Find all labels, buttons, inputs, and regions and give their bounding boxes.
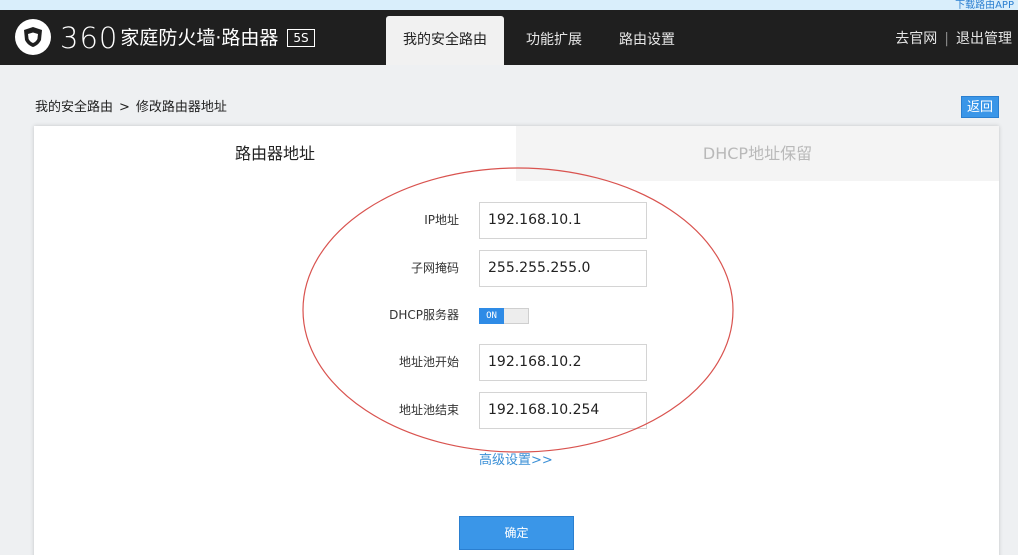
header-bar: 360 家庭防火墙·路由器 5S 我的安全路由 功能扩展 路由设置 去官网 | 退出… xyxy=(0,10,1018,65)
pool-end-row: 地址池结束 192.168.10.254 xyxy=(34,392,999,429)
shield-icon xyxy=(24,27,42,47)
breadcrumb-separator: > xyxy=(119,100,130,115)
ip-address-label: IP地址 xyxy=(424,213,459,227)
back-button[interactable]: 返回 xyxy=(961,96,999,118)
tab-router-settings[interactable]: 路由设置 xyxy=(608,16,686,65)
brand-number: 360 xyxy=(60,21,119,55)
dhcp-server-label: DHCP服务器 xyxy=(389,308,459,322)
header-links: 去官网 | 退出管理 xyxy=(895,10,1012,65)
confirm-button[interactable]: 确定 xyxy=(459,516,574,550)
pool-end-input[interactable]: 192.168.10.254 xyxy=(479,392,647,429)
breadcrumb-current: 修改路由器地址 xyxy=(135,100,227,115)
pool-end-label: 地址池结束 xyxy=(398,403,459,417)
tab-router-address[interactable]: 路由器地址 xyxy=(34,126,516,181)
logo xyxy=(15,19,51,55)
pool-start-label: 地址池开始 xyxy=(398,355,459,369)
router-address-panel: 路由器地址 DHCP地址保留 IP地址 192.168.10.1 子网掩码 25… xyxy=(34,126,999,555)
pool-start-input[interactable]: 192.168.10.2 xyxy=(479,344,647,381)
subnet-mask-label: 子网掩码 xyxy=(410,261,459,275)
breadcrumb: 我的安全路由 > 修改路由器地址 xyxy=(35,96,227,115)
dhcp-server-row: DHCP服务器 ON xyxy=(34,297,999,334)
ip-address-input[interactable]: 192.168.10.1 xyxy=(479,202,647,239)
brand-title: 360 家庭防火墙·路由器 5S xyxy=(60,23,315,53)
website-link[interactable]: 去官网 xyxy=(895,31,937,47)
download-app-link[interactable]: 下载路由APP xyxy=(955,0,1014,10)
tab-feature-extension[interactable]: 功能扩展 xyxy=(514,16,594,65)
pool-start-row: 地址池开始 192.168.10.2 xyxy=(34,344,999,381)
dhcp-server-toggle[interactable]: ON xyxy=(479,308,529,324)
subnet-mask-row: 子网掩码 255.255.255.0 xyxy=(34,250,999,287)
link-separator: | xyxy=(944,31,949,47)
tab-my-secure-router[interactable]: 我的安全路由 xyxy=(386,16,504,65)
brand-name: 家庭防火墙·路由器 xyxy=(120,27,279,49)
breadcrumb-root[interactable]: 我的安全路由 xyxy=(35,100,113,115)
tab-dhcp-reservation[interactable]: DHCP地址保留 xyxy=(516,126,999,181)
advanced-settings-link[interactable]: 高级设置>> xyxy=(479,449,553,468)
subnet-mask-input[interactable]: 255.255.255.0 xyxy=(479,250,647,287)
top-banner-strip: 下载路由APP xyxy=(0,0,1018,10)
ip-address-row: IP地址 192.168.10.1 xyxy=(34,202,999,239)
model-badge: 5S xyxy=(287,29,315,47)
logout-link[interactable]: 退出管理 xyxy=(956,31,1012,47)
toggle-on-indicator: ON xyxy=(479,308,504,324)
